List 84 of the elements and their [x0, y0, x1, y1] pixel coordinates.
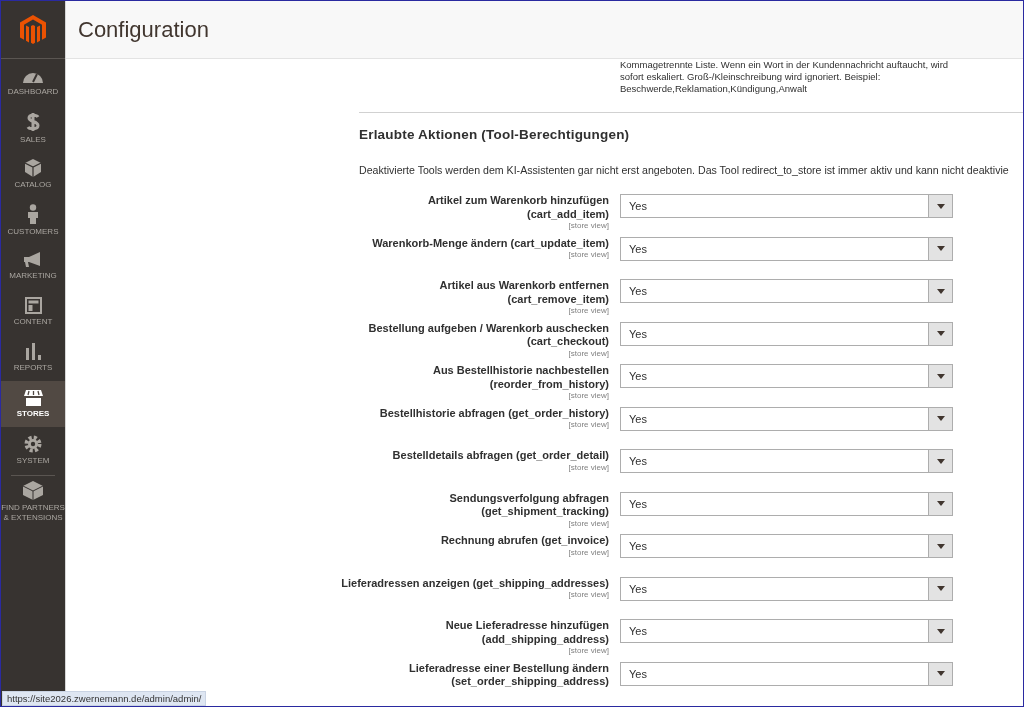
- box-icon: [25, 158, 41, 177]
- field-label: Rechnung abrufen (get_invoice): [440, 534, 609, 548]
- scope-hint: [store view]: [568, 306, 609, 315]
- scope-hint: [store view]: [568, 590, 609, 599]
- caret-icon: [936, 373, 945, 379]
- scope-hint: [store view]: [568, 420, 609, 429]
- scope-hint: [store view]: [568, 646, 609, 655]
- page-title: Configuration: [78, 16, 209, 43]
- dropdown-button[interactable]: [928, 492, 952, 515]
- caret-icon: [936, 671, 945, 676]
- select-field[interactable]: Yes: [620, 406, 953, 431]
- sidebar-item[interactable]: MARKETING: [1, 243, 65, 289]
- dropdown-button[interactable]: [928, 535, 952, 557]
- sidebar-item[interactable]: REPORTS: [1, 335, 65, 381]
- field-label: Bestellhistorie abfragen (get_order_history): [379, 406, 609, 420]
- sidebar-item[interactable]: SYSTEM: [1, 427, 65, 473]
- person-icon: [27, 203, 39, 224]
- field-label: Bestelldetails abfragen (get_order_detail): [392, 449, 609, 463]
- sidebar-item[interactable]: FIND PARTNERS & EXTENSIONS: [1, 476, 65, 528]
- select-field[interactable]: Yes: [620, 619, 953, 643]
- select-field[interactable]: Yes: [620, 236, 953, 261]
- scope-hint: [store view]: [568, 221, 609, 230]
- logo-icon[interactable]: [20, 14, 46, 45]
- blocks-icon: [23, 481, 43, 500]
- dollar-icon: [26, 111, 40, 132]
- sidebar-item[interactable]: CUSTOMERS: [1, 197, 65, 243]
- gear-icon: [24, 434, 42, 453]
- sidebar-item[interactable]: CONTENT: [1, 289, 65, 335]
- caret-icon: [936, 586, 945, 591]
- scope-hint: [store view]: [568, 391, 609, 400]
- section-title: Erlaubte Aktionen (Tool-Berechtigungen): [359, 127, 631, 142]
- field-label: Warenkorb-Menge ändern (cart_update_item): [372, 236, 609, 250]
- dropdown-button[interactable]: [928, 662, 952, 685]
- field-label: Artikel aus Warenkorb entfernen (cart_remove_item): [439, 279, 609, 306]
- sidebar-item[interactable]: DASHBOARD: [1, 59, 65, 105]
- status-url: https://site2026.zwernemann.de/admin/admin/: [2, 691, 207, 706]
- select-field[interactable]: Yes: [620, 449, 953, 473]
- caret-icon: [936, 501, 945, 506]
- scope-hint: [store view]: [568, 348, 609, 358]
- select-field[interactable]: Yes: [620, 364, 953, 388]
- dropdown-button[interactable]: [928, 577, 952, 600]
- dropdown-button[interactable]: [928, 620, 952, 642]
- select-field[interactable]: Yes: [620, 534, 953, 558]
- megaphone-icon: [24, 251, 42, 268]
- dropdown-button[interactable]: [928, 280, 952, 302]
- select-field[interactable]: Yes: [620, 279, 953, 303]
- caret-icon: [936, 458, 945, 464]
- dropdown-button[interactable]: [928, 407, 952, 430]
- scope-hint: [store view]: [568, 518, 609, 528]
- field-label: Artikel zum Warenkorb hinzufügen (cart_add_item): [427, 194, 609, 221]
- caret-icon: [936, 246, 945, 251]
- caret-icon: [936, 543, 945, 549]
- dropdown-button[interactable]: [928, 322, 952, 345]
- dropdown-button[interactable]: [928, 450, 952, 472]
- section-description: Deaktivierte Tools werden dem KI-Assistenten gar nicht erst angeboten. Das Tool redirect_to_store ist immer aktiv und kann nicht deaktivie: [359, 164, 1010, 176]
- select-field[interactable]: Yes: [620, 194, 953, 218]
- field-label: Neue Lieferadresse hinzufügen (add_shipping_address): [445, 619, 609, 646]
- scope-hint: [store view]: [568, 462, 609, 472]
- caret-icon: [936, 628, 945, 634]
- caret-icon: [936, 331, 945, 336]
- select-field[interactable]: Yes: [620, 491, 953, 516]
- field-note: Kommagetrennte Liste. Wenn ein Wort in der Kundennachricht auftaucht, wird sofort eskaliert. Groß-/Kleinschreibung wird ignoriert. Beispiel: Beschwerde,Reklamation,Kündigung,Anwalt: [620, 59, 950, 95]
- scope-hint: [store view]: [568, 547, 609, 557]
- caret-icon: [936, 416, 945, 421]
- dropdown-button[interactable]: [928, 365, 952, 387]
- store-icon: [23, 389, 43, 406]
- select-field[interactable]: Yes: [620, 661, 953, 686]
- dropdown-button[interactable]: [928, 195, 952, 217]
- sidebar-item[interactable]: CATALOG: [1, 151, 65, 197]
- select-field[interactable]: Yes: [620, 576, 953, 601]
- field-label: Lieferadressen anzeigen (get_shipping_addresses): [341, 576, 609, 590]
- caret-icon: [936, 288, 945, 294]
- scope-hint: [store view]: [568, 250, 609, 259]
- select-field[interactable]: Yes: [620, 321, 953, 346]
- bar-chart-icon: [25, 343, 41, 360]
- dropdown-button[interactable]: [928, 237, 952, 260]
- sidebar-item[interactable]: SALES: [1, 105, 65, 151]
- field-label: Aus Bestellhistorie nachbestellen (reorder_from_history): [432, 364, 609, 391]
- field-label: Sendungsverfolgung abfragen (get_shipment_tracking): [449, 491, 609, 519]
- field-label: Bestellung aufgeben / Warenkorb auschecken (cart_checkout): [368, 321, 609, 349]
- sidebar-item[interactable]: STORES: [1, 381, 65, 427]
- layout-icon: [24, 297, 42, 314]
- field-label: Lieferadresse einer Bestellung ändern (set_order_shipping_address): [409, 661, 609, 689]
- caret-icon: [936, 203, 945, 209]
